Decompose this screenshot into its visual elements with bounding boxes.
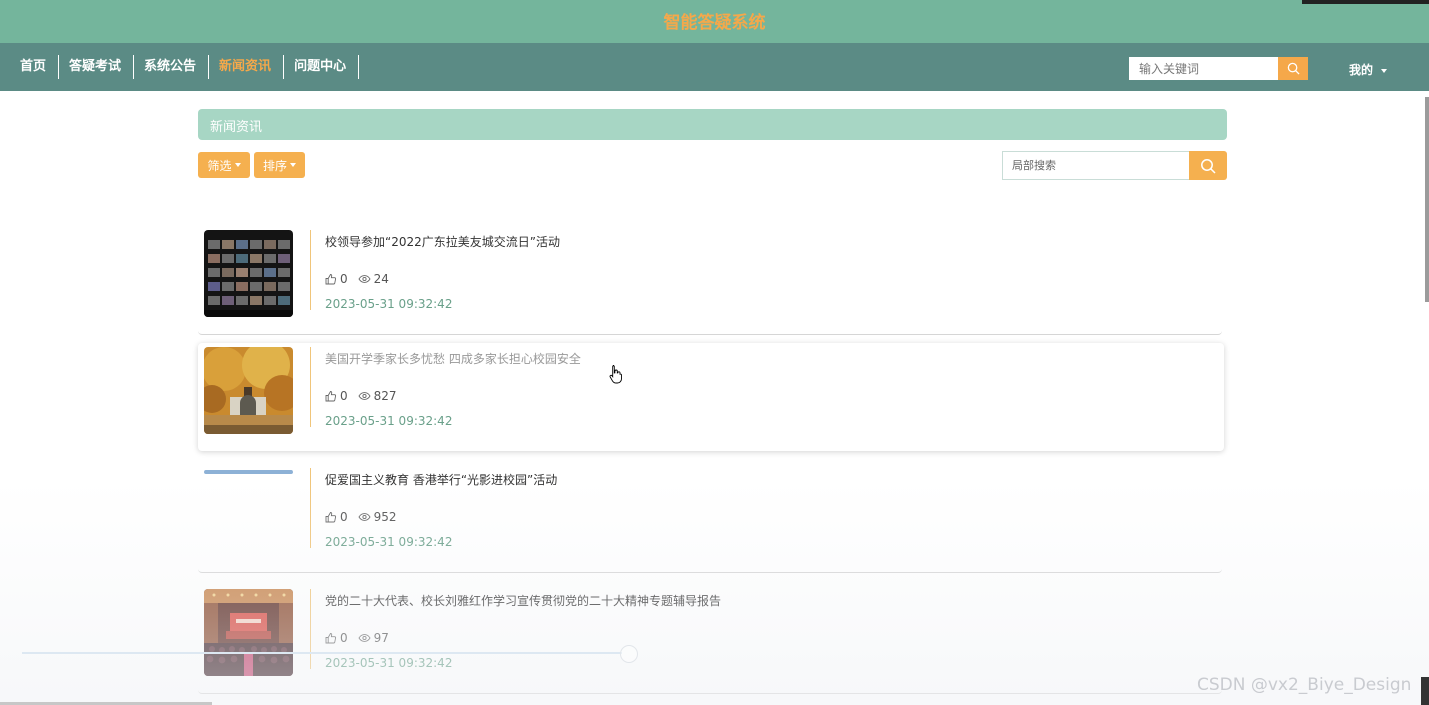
news-title[interactable]: 促爱国主义教育 香港举行“光影进校园”活动 [325,471,557,488]
video-conference-image [204,230,293,317]
search-icon [1201,158,1216,174]
eye-icon [358,634,371,642]
thumbs-up-icon[interactable] [325,511,337,523]
like-count: 0 [340,631,348,645]
news-title[interactable]: 美国开学季家长多忧愁 四成多家长担心校园安全 [325,350,581,367]
news-item[interactable]: 校领导参加“2022广东拉美友城交流日”活动 0 24 2023-05-31 0… [198,226,1222,335]
search-icon [1287,62,1300,75]
news-title[interactable]: 校领导参加“2022广东拉美友城交流日”活动 [325,233,560,250]
news-thumbnail[interactable] [204,468,293,555]
item-divider [310,347,311,427]
item-divider [310,589,311,669]
view-count: 24 [373,272,389,286]
nav-item-announcements[interactable]: 系统公告 [134,55,210,79]
thumbs-up-icon[interactable] [325,632,337,644]
keyword-search-input[interactable] [1129,57,1279,80]
eye-icon [358,513,371,521]
view-count: 97 [373,631,389,645]
keyword-search-button[interactable] [1278,57,1308,80]
window-edge [1302,0,1429,4]
news-date: 2023-05-31 09:32:42 [325,414,453,428]
news-stats: 0 827 [325,389,397,403]
news-item[interactable]: 党的二十大代表、校长刘雅红作学习宣传贯彻党的二十大精神专题辅导报告 0 97 2… [198,585,1222,694]
filter-label: 筛选 [207,158,232,173]
like-count: 0 [340,272,348,286]
sort-label: 排序 [262,158,287,173]
campus-autumn-image [204,347,293,434]
nav-item-home[interactable]: 首页 [10,55,60,79]
eye-icon [358,275,371,283]
news-stats: 0 97 [325,631,389,645]
section-title: 新闻资讯 [210,120,263,135]
news-thumbnail[interactable] [204,347,293,434]
auditorium-image [204,589,293,676]
vertical-scrollbar-thumb[interactable] [1425,97,1429,302]
eye-icon [358,392,371,400]
user-menu[interactable]: 我的 [1349,61,1388,78]
site-header: 智能答疑系统 [0,0,1429,43]
news-stats: 0 24 [325,272,389,286]
news-stats: 0 952 [325,510,397,524]
watermark: CSDN @vx2_Biye_Design [1197,675,1412,695]
like-count: 0 [340,389,348,403]
local-search-input[interactable] [1002,151,1190,180]
chevron-down-icon [234,163,241,167]
news-thumbnail[interactable] [204,589,293,676]
hand-pointer-icon [609,365,622,384]
section-header: 新闻资讯 [198,109,1227,140]
like-count: 0 [340,510,348,524]
nav-links: 首页 答疑考试 系统公告 新闻资讯 问题中心 [10,55,360,79]
news-title[interactable]: 党的二十大代表、校长刘雅红作学习宣传贯彻党的二十大精神专题辅导报告 [325,592,721,609]
thumbs-up-icon[interactable] [325,390,337,402]
news-item[interactable]: 美国开学季家长多忧愁 四成多家长担心校园安全 0 827 2023-05-31 … [198,343,1224,451]
news-thumbnail[interactable] [204,230,293,317]
scrollbar-corner [1421,677,1429,705]
news-date: 2023-05-31 09:32:42 [325,535,453,549]
chevron-down-icon [290,163,296,167]
item-divider [310,230,311,310]
news-item[interactable]: 促爱国主义教育 香港举行“光影进校园”活动 0 952 2023-05-31 0… [198,464,1222,573]
thumbs-up-icon[interactable] [325,273,337,285]
view-count: 952 [373,510,397,524]
loading-image [204,468,293,555]
site-title: 智能答疑系统 [663,13,766,33]
video-progress-track[interactable] [22,652,622,654]
nav-item-exam[interactable]: 答疑考试 [59,55,135,79]
user-menu-label: 我的 [1349,63,1374,77]
view-count: 827 [373,389,397,403]
sort-dropdown-button[interactable]: 排序 [254,152,305,178]
chevron-down-icon [1381,68,1388,73]
news-date: 2023-05-31 09:32:42 [325,297,453,311]
local-search-button[interactable] [1189,151,1227,180]
nav-item-news[interactable]: 新闻资讯 [209,55,285,79]
filter-dropdown-button[interactable]: 筛选 [198,152,250,178]
news-date: 2023-05-31 09:32:42 [325,656,453,670]
video-progress-handle[interactable] [620,645,638,663]
nav-item-questions[interactable]: 问题中心 [284,55,360,79]
item-divider [310,468,311,548]
